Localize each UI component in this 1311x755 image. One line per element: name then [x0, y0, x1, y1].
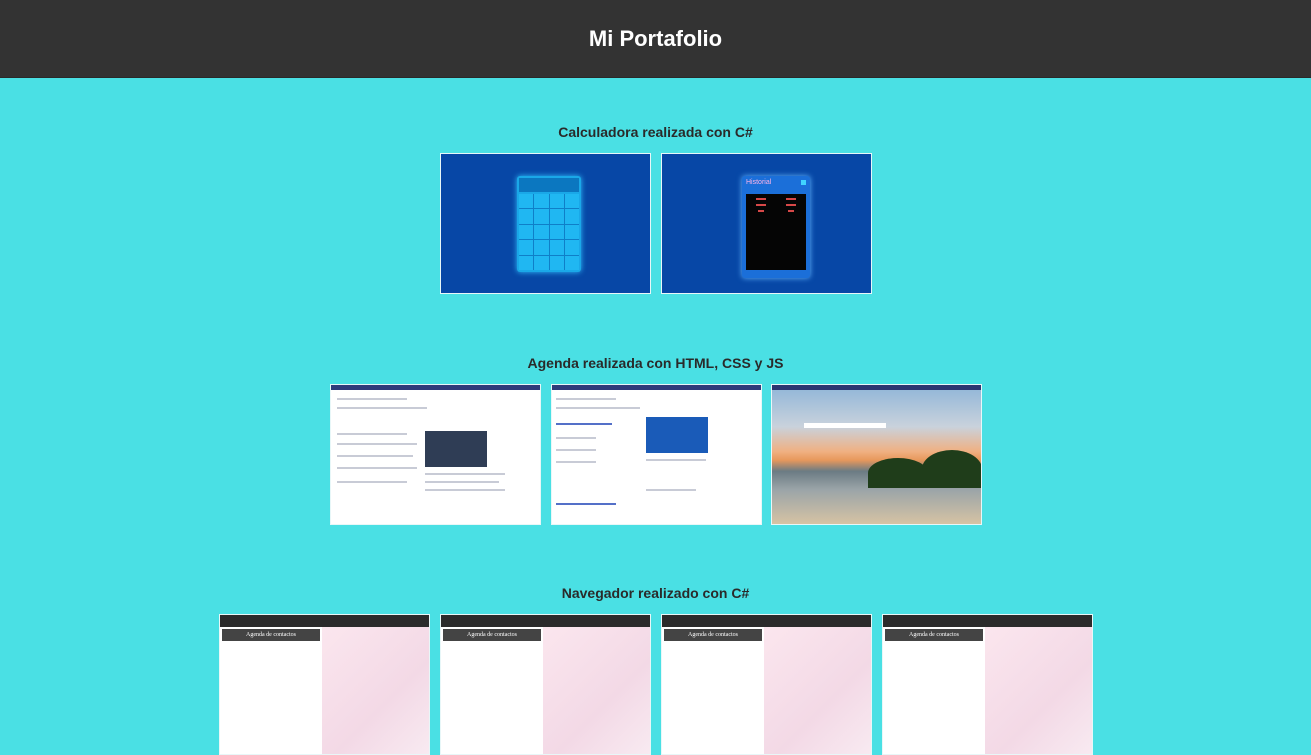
history-mockup: Historial: [742, 176, 810, 278]
calculator-mockup: [517, 176, 581, 272]
history-title: Historial: [746, 179, 772, 186]
navegador-panel-title: Agenda de contactos: [246, 632, 296, 638]
search-input: [804, 423, 886, 428]
navegador-panel-title: Agenda de contactos: [467, 632, 517, 638]
section-title-calculadora: Calculadora realizada con C#: [558, 124, 753, 140]
site-header: Mi Portafolio: [0, 0, 1311, 78]
agenda-screenshot-1[interactable]: [330, 384, 541, 525]
calculator-history-screenshot[interactable]: Historial: [661, 153, 872, 294]
page-title: Mi Portafolio: [588, 25, 723, 51]
calculator-screenshot[interactable]: [440, 153, 651, 294]
navegador-screenshot-3[interactable]: Agenda de contactos: [661, 614, 872, 755]
navegador-screenshot-2[interactable]: Agenda de contactos: [440, 614, 651, 755]
navegador-panel-title: Agenda de contactos: [688, 632, 738, 638]
navegador-panel-title: Agenda de contactos: [909, 632, 959, 638]
agenda-screenshot-3[interactable]: [771, 384, 982, 525]
navegador-screenshot-4[interactable]: Agenda de contactos: [882, 614, 1093, 755]
section-title-navegador: Navegador realizado con C#: [561, 585, 750, 601]
navegador-screenshot-1[interactable]: Agenda de contactos: [219, 614, 430, 755]
section-title-agenda: Agenda realizada con HTML, CSS y JS: [527, 355, 784, 371]
close-icon: [801, 180, 806, 185]
agenda-screenshot-2[interactable]: [551, 384, 762, 525]
